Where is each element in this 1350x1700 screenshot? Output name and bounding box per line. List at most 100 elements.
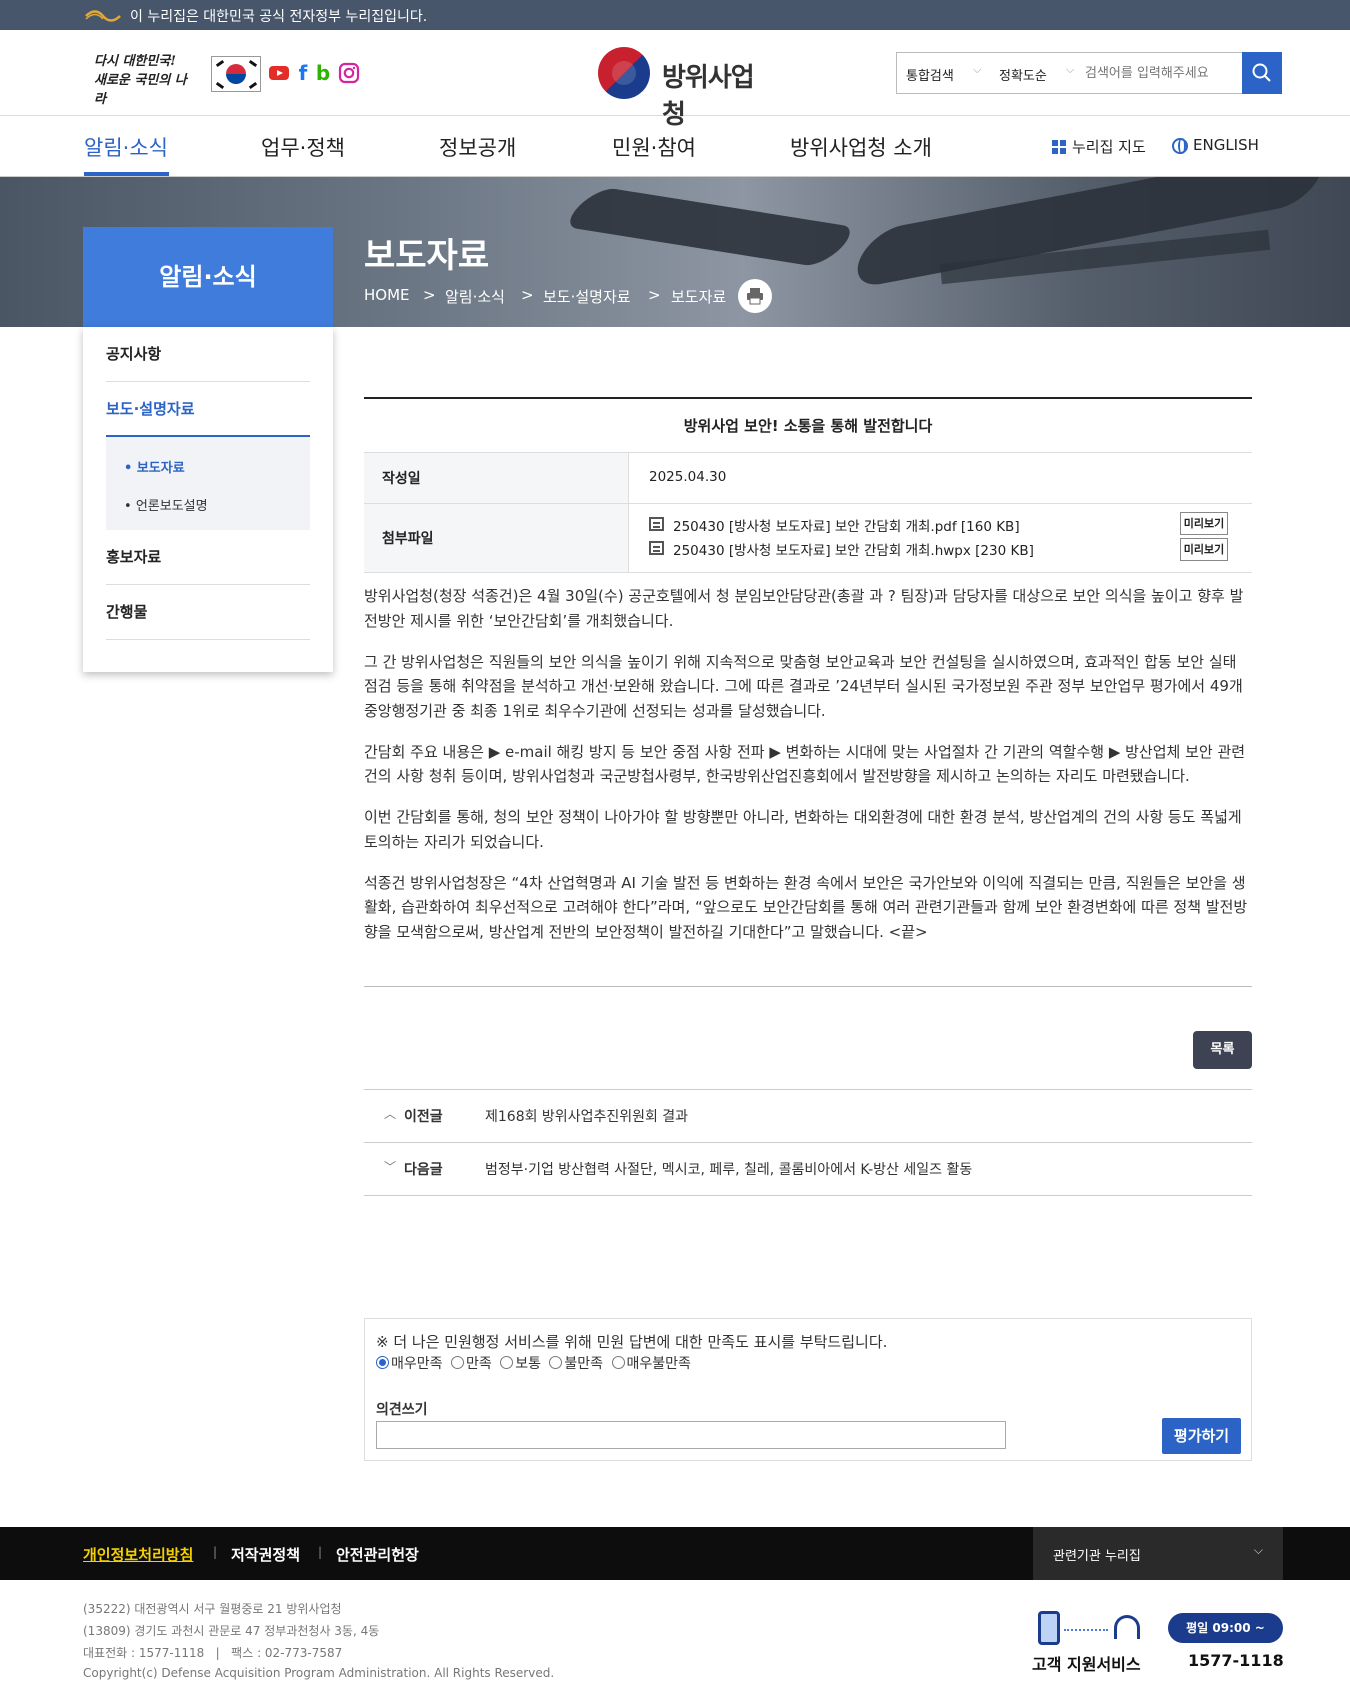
chevron-up-icon: ︿ (384, 1107, 397, 1121)
next-title[interactable]: 범정부·기업 방산협력 사절단, 멕시코, 페루, 칠레, 콜롬비아에서 K-방… (485, 1159, 972, 1179)
date-row: 작성일 2025.04.30 (364, 453, 1252, 504)
radio-very-satisfied[interactable] (376, 1356, 389, 1369)
search-button[interactable] (1242, 52, 1282, 94)
gov-banner-text: 이 누리집은 대한민국 공식 전자정부 누리집입니다. (130, 9, 428, 25)
article-date: 2025.04.30 (649, 469, 727, 485)
footer-address-2: (13809) 경기도 과천시 관문로 47 정부과천청사 3동, 4동 (83, 1624, 380, 1638)
chevron-down-icon: ﹀ (384, 1160, 397, 1174)
breadcrumb-sep: > (423, 286, 436, 304)
sitemap-icon (1052, 140, 1066, 154)
footer-address-1: (35222) 대전광역시 서구 월평중로 21 방위사업청 (83, 1602, 342, 1616)
next-post[interactable]: ﹀ 다음글 범정부·기업 방산협력 사절단, 멕시코, 페루, 칠레, 콜롬비아… (364, 1143, 1252, 1196)
sitemap-link[interactable]: 누리집 지도 (1072, 136, 1146, 157)
prev-title[interactable]: 제168회 방위사업추진위원회 결과 (485, 1106, 688, 1126)
nav-civil[interactable]: 민원·참여 (612, 132, 696, 162)
youtube-icon[interactable] (268, 62, 290, 84)
file-icon (649, 517, 664, 531)
header: 다시 대한민국! 새로운 국민의 나라 f b 방위사업청 통합검색 ⌵ 정확도… (0, 30, 1350, 130)
search-scope-select[interactable]: 통합검색 (906, 65, 954, 84)
copyright-policy-link[interactable]: 저작권정책 (231, 1544, 300, 1565)
privacy-policy-link[interactable]: 개인정보처리방침 (83, 1544, 193, 1565)
headset-icon (1114, 1615, 1140, 1639)
nav-about[interactable]: 방위사업청 소개 (790, 132, 932, 162)
english-link[interactable]: ENGLISH (1193, 136, 1259, 154)
article-title: 방위사업 보안! 소통을 통해 발전합니다 (364, 397, 1252, 453)
list-button[interactable]: 목록 (1193, 1031, 1252, 1069)
slogan: 다시 대한민국! 새로운 국민의 나라 (94, 54, 187, 107)
side-sub-press-release[interactable]: • 보도자료 (124, 457, 185, 476)
attachment-pdf[interactable]: 250430 [방사청 보도자료] 보안 간담회 개최.pdf [160 KB] (673, 515, 1020, 535)
chevron-down-icon: ⌵ (1253, 1543, 1263, 1557)
radio-neutral[interactable] (500, 1356, 514, 1369)
article-paragraph: 이번 간담회를 통해, 청의 보안 정책이 나아가야 할 방향뿐만 아니라, 변… (364, 808, 1242, 851)
radio-very-dissatisfied[interactable] (611, 1356, 625, 1369)
footer-bar: 개인정보처리방침 | 저작권정책 | 안전관리헌장 관련기관 누리집 ⌵ (0, 1527, 1350, 1580)
print-button[interactable] (738, 279, 772, 313)
nav-policy[interactable]: 업무·정책 (261, 132, 345, 162)
article-paragraph: 간담회 주요 내용은 ▶ e-mail 해킹 방지 등 보안 중점 사항 전파 … (364, 742, 1246, 786)
opinion-input[interactable] (376, 1421, 1006, 1449)
side-item-publication[interactable]: 간행물 (106, 585, 310, 640)
nav-active-indicator (84, 172, 169, 176)
print-icon (747, 288, 763, 305)
nav-notice[interactable]: 알림·소식 (84, 132, 168, 162)
evaluate-button[interactable]: 평가하기 (1162, 1418, 1241, 1454)
radio-satisfied[interactable] (450, 1356, 464, 1369)
date-label: 작성일 (364, 453, 629, 503)
survey-options: 매우만족 만족 보통 불만족 매우불만족 (376, 1353, 695, 1373)
breadcrumb-sep: > (521, 286, 534, 304)
related-sites-select[interactable]: 관련기관 누리집 ⌵ (1033, 1527, 1283, 1580)
chevron-down-icon: ⌵ (973, 63, 982, 76)
cs-hours-badge: 평일 09:00 ~ 18:00 (1168, 1613, 1283, 1665)
main-nav: 알림·소식 업무·정책 정보공개 민원·참여 방위사업청 소개 누리집 지도 E… (0, 116, 1350, 177)
safety-charter-link[interactable]: 안전관리헌장 (336, 1544, 419, 1565)
article-paragraph: 방위사업청(청장 석종건)은 4월 30일(수) 공군호텔에서 청 분임보안담당… (364, 587, 1244, 630)
taegeukgi-icon (211, 56, 261, 92)
nav-disclosure[interactable]: 정보공개 (439, 132, 516, 162)
divider (364, 986, 1252, 987)
side-item-pr[interactable]: 홍보자료 (106, 530, 310, 585)
globe-icon (1172, 138, 1188, 154)
next-label: 다음글 (404, 1162, 443, 1178)
attachment-hwpx[interactable]: 250430 [방사청 보도자료] 보안 간담회 개최.hwpx [230 KB… (673, 539, 1034, 559)
prev-label: 이전글 (404, 1109, 443, 1125)
opinion-label: 의견쓰기 (376, 1402, 428, 1418)
side-menu: 공지사항 보도·설명자료 • 보도자료 • 언론보도설명 홍보자료 간행물 (83, 327, 333, 672)
footer-copyright: Copyright(c) Defense Acquisition Program… (83, 1666, 555, 1680)
search-input[interactable] (1085, 61, 1230, 85)
instagram-icon[interactable] (338, 62, 360, 84)
footer-phone: 대표전화 : 1577-1118 | 팩스 : 02-773-7587 (83, 1646, 343, 1660)
page-title: 보도자료 (364, 236, 490, 276)
cs-label: 고객 지원서비스 (1032, 1655, 1141, 1674)
preview-pdf-button[interactable]: 미리보기 (1180, 512, 1228, 535)
search-sort-select[interactable]: 정확도순 (999, 65, 1047, 84)
side-sub-media-explain[interactable]: • 언론보도설명 (124, 495, 208, 514)
breadcrumb-press[interactable]: 보도·설명자료 (543, 286, 631, 307)
facebook-icon[interactable]: f (292, 62, 314, 84)
breadcrumb-current: 보도자료 (671, 288, 727, 306)
breadcrumb-home[interactable]: HOME (364, 286, 410, 304)
side-item-press[interactable]: 보도·설명자료 (106, 382, 310, 437)
blog-icon[interactable]: b (312, 62, 334, 84)
prev-post[interactable]: ︿ 이전글 제168회 방위사업추진위원회 결과 (364, 1089, 1252, 1143)
gov-banner: 이 누리집은 대한민국 공식 전자정부 누리집입니다. (0, 0, 1350, 30)
article-paragraph: 석종건 방위사업청장은 “4차 산업혁명과 AI 기술 발전 등 변화하는 환경… (364, 873, 1248, 941)
lnb-title: 알림·소식 (83, 227, 333, 327)
attachment-row: 첨부파일 250430 [방사청 보도자료] 보안 간담회 개최.pdf [16… (364, 504, 1252, 573)
phone-icon (1038, 1611, 1060, 1645)
search-box: 통합검색 ⌵ 정확도순 ⌵ (896, 52, 1282, 94)
jet-image (559, 186, 861, 268)
preview-hwpx-button[interactable]: 미리보기 (1180, 538, 1228, 561)
gov-mark-icon (85, 10, 121, 22)
side-item-notice[interactable]: 공지사항 (106, 327, 310, 382)
file-icon (649, 541, 664, 555)
radio-dissatisfied[interactable] (549, 1356, 563, 1369)
search-icon (1252, 63, 1271, 82)
side-submenu: • 보도자료 • 언론보도설명 (106, 437, 310, 530)
article-paragraph: 그 간 방위사업청은 직원들의 보안 의식을 높이기 위해 지속적으로 맞춤형 … (364, 652, 1243, 720)
cs-phone-number: 1577-1118 (1188, 1651, 1284, 1670)
satisfaction-survey: ※ 더 나은 민원행정 서비스를 위해 민원 답변에 대한 만족도 표시를 부탁… (364, 1318, 1252, 1461)
dapa-logo[interactable]: 방위사업청 (598, 46, 768, 130)
attachment-label: 첨부파일 (364, 504, 629, 572)
breadcrumb-notice[interactable]: 알림·소식 (445, 286, 505, 307)
